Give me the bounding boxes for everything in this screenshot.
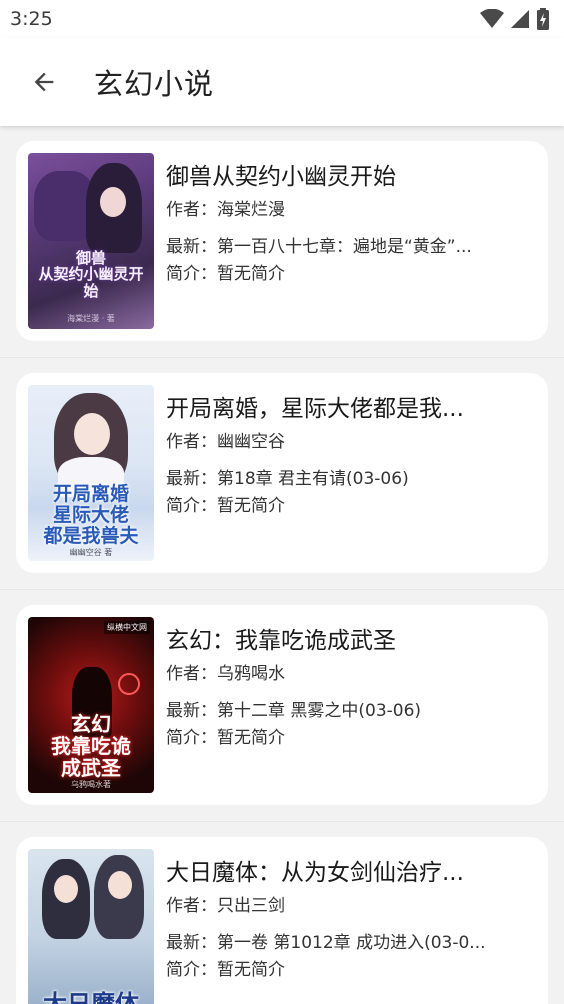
book-author: 幽幽空谷 (217, 432, 285, 452)
book-card[interactable]: 御兽 从契约小幽灵开始 海棠烂漫 · 著 御兽从契约小幽灵开始 作者：海棠烂漫 … (16, 141, 548, 341)
book-author-row: 作者：幽幽空谷 (166, 427, 536, 452)
book-author: 乌鸦喝水 (217, 664, 285, 684)
latest-label: 最新： (166, 469, 217, 489)
book-author-row: 作者：海棠烂漫 (166, 195, 536, 220)
cover-author-art: 海棠烂漫 · 著 (67, 314, 115, 323)
latest-label: 最新： (166, 933, 217, 953)
cover-badge: 纵横中文网 (104, 621, 150, 634)
cover-moon-shape (118, 673, 140, 695)
book-card[interactable]: 开局离婚 星际大佬 都是我兽夫 幽幽空谷 著 开局离婚，星际大佬都是我... 作… (16, 373, 548, 573)
cover-face-shape (54, 875, 78, 903)
cover-face-shape (108, 871, 132, 899)
book-intro-row: 简介：暂无简介 (166, 723, 536, 748)
author-label: 作者： (166, 432, 217, 452)
battery-icon (537, 8, 549, 30)
arrow-back-icon (34, 72, 54, 92)
book-latest-chapter: 第一卷 第1012章 成功进入(03-0... (217, 933, 486, 953)
cover-title-art: 开局离婚 星际大佬 都是我兽夫 (43, 483, 139, 548)
cover-author-art: 乌鸦喝水著 (71, 780, 111, 789)
wifi-icon (480, 9, 504, 28)
cover-face-shape (100, 187, 126, 217)
author-label: 作者： (166, 664, 217, 684)
book-latest-row: 最新：第一卷 第1012章 成功进入(03-0... (166, 928, 536, 953)
intro-label: 简介： (166, 960, 217, 980)
book-list-item: 纵横中文网 玄幻 我靠吃诡 成武圣 乌鸦喝水著 玄幻：我靠吃诡成武圣 作者：乌鸦… (0, 590, 564, 822)
book-intro: 暂无简介 (217, 960, 285, 980)
book-author-row: 作者：乌鸦喝水 (166, 659, 536, 684)
book-intro: 暂无简介 (217, 264, 285, 284)
cover-author-art: 幽幽空谷 著 (69, 548, 113, 557)
cellular-signal-icon (511, 10, 529, 28)
latest-label: 最新： (166, 701, 217, 721)
cover-title-art: 玄幻 我靠吃诡 成武圣 (51, 712, 131, 780)
intro-label: 简介： (166, 264, 217, 284)
book-latest-row: 最新：第18章 君主有请(03-06) (166, 464, 536, 489)
book-latest-chapter: 第十二章 黑雾之中(03-06) (217, 701, 422, 721)
book-info: 御兽从契约小幽灵开始 作者：海棠烂漫 最新：第一百八十七章：遍地是“黄金”...… (166, 153, 536, 329)
book-list-item: 大日魔体 大日魔体：从为女剑仙治疗... 作者：只出三剑 最新：第一卷 第101… (0, 822, 564, 1004)
book-info: 玄幻：我靠吃诡成武圣 作者：乌鸦喝水 最新：第十二章 黑雾之中(03-06) 简… (166, 617, 536, 793)
book-title: 大日魔体：从为女剑仙治疗... (166, 860, 464, 885)
book-intro-row: 简介：暂无简介 (166, 955, 536, 980)
latest-label: 最新： (166, 237, 217, 257)
cover-face-shape (74, 413, 110, 455)
book-intro: 暂无简介 (217, 728, 285, 748)
book-intro-row: 简介：暂无简介 (166, 259, 536, 284)
book-latest-row: 最新：第十二章 黑雾之中(03-06) (166, 696, 536, 721)
book-intro-row: 简介：暂无简介 (166, 491, 536, 516)
app-bar: 玄幻小说 (0, 38, 564, 126)
status-bar: 3:25 (0, 0, 564, 38)
book-latest-row: 最新：第一百八十七章：遍地是“黄金”... (166, 232, 536, 257)
book-info: 大日魔体：从为女剑仙治疗... 作者：只出三剑 最新：第一卷 第1012章 成功… (166, 849, 536, 1004)
book-list[interactable]: 御兽 从契约小幽灵开始 海棠烂漫 · 著 御兽从契约小幽灵开始 作者：海棠烂漫 … (0, 126, 564, 1004)
status-time: 3:25 (10, 8, 53, 30)
cover-title-art: 大日魔体 (43, 988, 139, 1004)
back-button[interactable] (22, 60, 66, 104)
book-author-row: 作者：只出三剑 (166, 891, 536, 916)
book-title: 开局离婚，星际大佬都是我... (166, 396, 464, 421)
book-latest-chapter: 第一百八十七章：遍地是“黄金”... (217, 237, 472, 257)
page-title: 玄幻小说 (94, 67, 215, 101)
intro-label: 简介： (166, 728, 217, 748)
book-cover: 御兽 从契约小幽灵开始 海棠烂漫 · 著 (28, 153, 154, 329)
author-label: 作者： (166, 896, 217, 916)
book-intro: 暂无简介 (217, 496, 285, 516)
intro-label: 简介： (166, 496, 217, 516)
book-cover: 开局离婚 星际大佬 都是我兽夫 幽幽空谷 著 (28, 385, 154, 561)
book-list-item: 开局离婚 星际大佬 都是我兽夫 幽幽空谷 著 开局离婚，星际大佬都是我... 作… (0, 358, 564, 590)
book-card[interactable]: 纵横中文网 玄幻 我靠吃诡 成武圣 乌鸦喝水著 玄幻：我靠吃诡成武圣 作者：乌鸦… (16, 605, 548, 805)
book-title: 玄幻：我靠吃诡成武圣 (166, 628, 396, 653)
status-icons (480, 8, 550, 30)
book-cover: 大日魔体 (28, 849, 154, 1004)
book-list-item: 御兽 从契约小幽灵开始 海棠烂漫 · 著 御兽从契约小幽灵开始 作者：海棠烂漫 … (0, 126, 564, 358)
book-author: 只出三剑 (217, 896, 285, 916)
book-author: 海棠烂漫 (217, 200, 285, 220)
book-card[interactable]: 大日魔体 大日魔体：从为女剑仙治疗... 作者：只出三剑 最新：第一卷 第101… (16, 837, 548, 1004)
book-title: 御兽从契约小幽灵开始 (166, 164, 396, 189)
author-label: 作者： (166, 200, 217, 220)
book-latest-chapter: 第18章 君主有请(03-06) (217, 469, 409, 489)
cover-title-art: 御兽 从契约小幽灵开始 (38, 248, 144, 300)
book-info: 开局离婚，星际大佬都是我... 作者：幽幽空谷 最新：第18章 君主有请(03-… (166, 385, 536, 561)
book-cover: 纵横中文网 玄幻 我靠吃诡 成武圣 乌鸦喝水著 (28, 617, 154, 793)
